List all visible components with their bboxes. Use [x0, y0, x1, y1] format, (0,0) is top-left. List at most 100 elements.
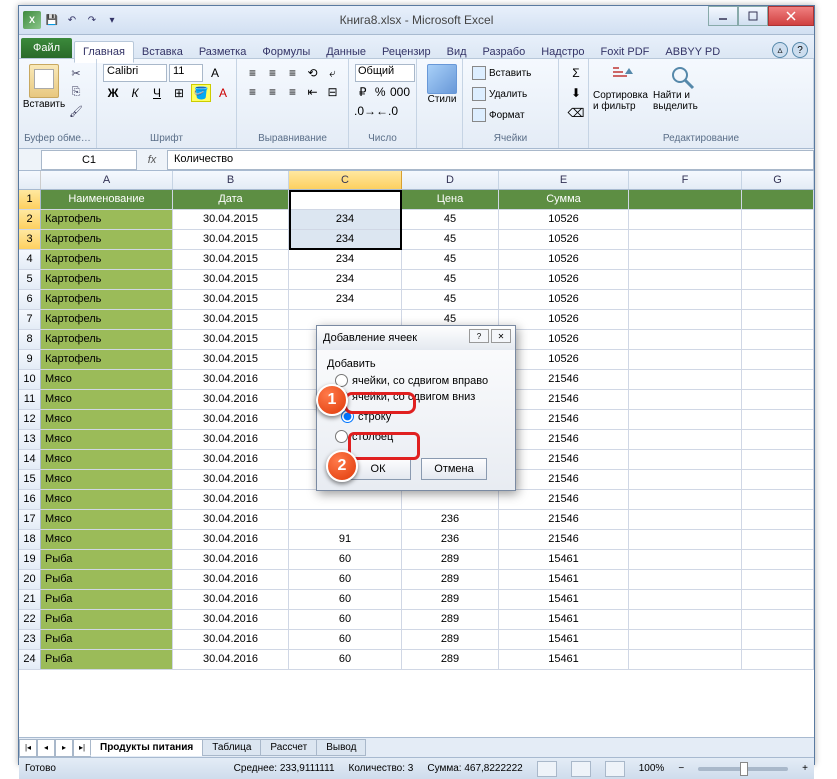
row-header[interactable]: 1 — [19, 190, 41, 209]
sheet-nav-last[interactable]: ▸| — [73, 739, 91, 757]
cell[interactable]: 15461 — [499, 550, 629, 569]
percent-icon[interactable]: % — [373, 83, 389, 101]
align-middle-icon[interactable]: ≡ — [263, 64, 282, 82]
cell[interactable]: 10526 — [499, 310, 629, 329]
cell[interactable] — [742, 550, 814, 569]
radio-option-3[interactable]: столбец — [335, 430, 505, 443]
col-header-E[interactable]: E — [499, 171, 629, 189]
cell[interactable]: Мясо — [41, 390, 173, 409]
cell[interactable] — [289, 510, 402, 529]
row-header[interactable]: 16 — [19, 490, 41, 509]
font-name-select[interactable]: Calibri — [103, 64, 167, 82]
row-header[interactable]: 14 — [19, 450, 41, 469]
cell[interactable] — [742, 470, 814, 489]
cell[interactable]: Картофель — [41, 310, 173, 329]
cell[interactable] — [629, 270, 742, 289]
comma-icon[interactable]: 000 — [390, 83, 410, 101]
cell[interactable]: 60 — [289, 610, 402, 629]
cell[interactable]: 21546 — [499, 450, 629, 469]
radio-option-0[interactable]: ячейки, со сдвигом вправо — [335, 374, 505, 387]
format-cells-button[interactable]: Формат — [469, 105, 552, 125]
dialog-close-icon[interactable]: ✕ — [491, 329, 511, 343]
cell[interactable]: Рыба — [41, 610, 173, 629]
cell[interactable]: 236 — [402, 530, 499, 549]
cell[interactable] — [742, 350, 814, 369]
cell[interactable]: 30.04.2016 — [173, 410, 289, 429]
cell[interactable]: 45 — [402, 270, 499, 289]
sheet-tab[interactable]: Рассчет — [260, 739, 317, 756]
zoom-in-icon[interactable]: + — [802, 763, 808, 774]
cell[interactable]: 30.04.2016 — [173, 510, 289, 529]
cell[interactable]: 30.04.2016 — [173, 590, 289, 609]
cell[interactable]: Картофель — [41, 330, 173, 349]
insert-cells-button[interactable]: Вставить — [469, 63, 552, 83]
cell[interactable] — [742, 450, 814, 469]
cell[interactable] — [742, 370, 814, 389]
cell[interactable] — [742, 210, 814, 229]
cell[interactable] — [742, 590, 814, 609]
row-header[interactable]: 12 — [19, 410, 41, 429]
cell[interactable] — [742, 430, 814, 449]
clear-icon[interactable]: ⌫ — [566, 104, 586, 122]
view-layout-icon[interactable] — [571, 761, 591, 777]
col-header-C[interactable]: C — [289, 171, 402, 189]
cell[interactable] — [402, 490, 499, 509]
cell[interactable] — [742, 330, 814, 349]
col-header-F[interactable]: F — [629, 171, 742, 189]
autosum-icon[interactable]: Σ — [566, 64, 586, 82]
row-header[interactable]: 7 — [19, 310, 41, 329]
cell[interactable]: 45 — [402, 210, 499, 229]
cell[interactable]: 30.04.2016 — [173, 530, 289, 549]
radio-option-1[interactable]: ячейки, со сдвигом вниз — [335, 390, 505, 403]
cell[interactable]: 30.04.2016 — [173, 370, 289, 389]
cell[interactable]: Цена — [402, 190, 499, 209]
cell[interactable]: Мясо — [41, 510, 173, 529]
cell[interactable]: Мясо — [41, 470, 173, 489]
row-header[interactable]: 6 — [19, 290, 41, 309]
cell[interactable]: Мясо — [41, 430, 173, 449]
cell[interactable]: 236 — [402, 510, 499, 529]
row-header[interactable]: 22 — [19, 610, 41, 629]
cell[interactable]: 21546 — [499, 490, 629, 509]
cell[interactable]: 289 — [402, 650, 499, 669]
qa-redo-icon[interactable]: ↷ — [83, 11, 101, 29]
cell[interactable] — [629, 610, 742, 629]
cell[interactable]: 45 — [402, 290, 499, 309]
qa-save-icon[interactable]: 💾 — [43, 11, 61, 29]
row-header[interactable]: 15 — [19, 470, 41, 489]
cell[interactable]: Мясо — [41, 490, 173, 509]
row-header[interactable]: 9 — [19, 350, 41, 369]
cell[interactable]: Мясо — [41, 530, 173, 549]
currency-icon[interactable]: ₽ — [355, 83, 371, 101]
cell[interactable]: 21546 — [499, 430, 629, 449]
cell[interactable]: 289 — [402, 610, 499, 629]
cell[interactable]: 60 — [289, 590, 402, 609]
cell[interactable] — [629, 330, 742, 349]
cell[interactable]: 289 — [402, 570, 499, 589]
cell[interactable]: 30.04.2015 — [173, 350, 289, 369]
cell[interactable]: Рыба — [41, 630, 173, 649]
cell[interactable]: Количество — [289, 190, 402, 209]
align-bottom-icon[interactable]: ≡ — [283, 64, 302, 82]
qa-undo-icon[interactable]: ↶ — [63, 11, 81, 29]
cell[interactable]: 15461 — [499, 610, 629, 629]
grow-font-icon[interactable]: A — [205, 64, 225, 82]
cell[interactable]: Мясо — [41, 410, 173, 429]
indent-dec-icon[interactable]: ⇤ — [303, 83, 322, 101]
cell[interactable]: 234 — [289, 290, 402, 309]
cell[interactable]: 234 — [289, 250, 402, 269]
find-select-button[interactable]: Найти и выделить — [653, 61, 713, 112]
cell[interactable]: 289 — [402, 590, 499, 609]
cell[interactable]: 10526 — [499, 230, 629, 249]
cell[interactable]: 30.04.2015 — [173, 290, 289, 309]
col-header-G[interactable]: G — [742, 171, 814, 189]
cell[interactable]: 15461 — [499, 570, 629, 589]
align-center-icon[interactable]: ≡ — [263, 83, 282, 101]
cell[interactable]: 21546 — [499, 370, 629, 389]
cell[interactable]: 30.04.2016 — [173, 550, 289, 569]
merge-icon[interactable]: ⊟ — [323, 83, 342, 101]
cell[interactable] — [289, 490, 402, 509]
cell[interactable]: Картофель — [41, 350, 173, 369]
number-format-select[interactable]: Общий — [355, 64, 415, 82]
cell[interactable] — [629, 350, 742, 369]
